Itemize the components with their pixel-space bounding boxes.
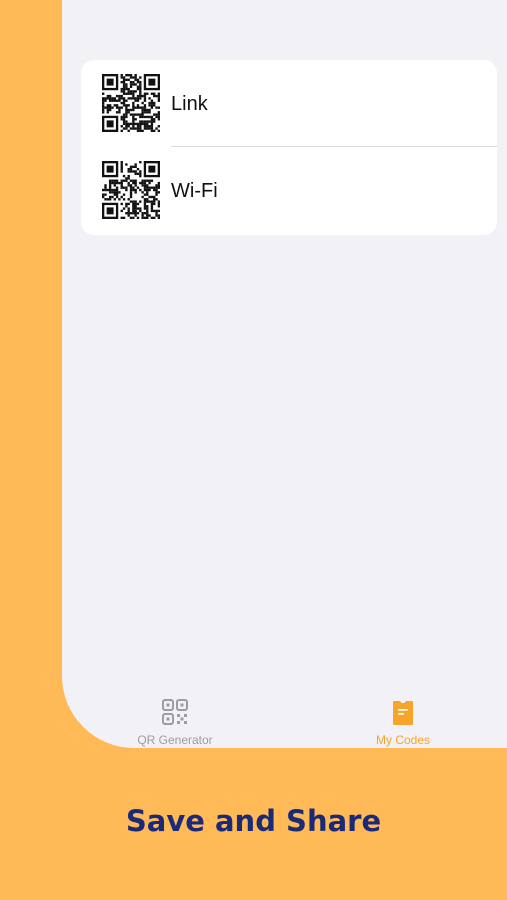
- list-item-link[interactable]: Link: [81, 60, 497, 147]
- app-screen: Link Wi-Fi QR Generator My Codes: [62, 0, 507, 748]
- tab-label: QR Generator: [137, 733, 213, 747]
- tab-qr-generator[interactable]: QR Generator: [95, 688, 255, 748]
- promo-caption: Save and Share: [125, 804, 382, 838]
- list-item-wifi[interactable]: Wi-Fi: [81, 147, 497, 234]
- tab-bar: QR Generator My Codes: [62, 688, 507, 748]
- list-item-label: Link: [171, 93, 208, 115]
- list-item-label: Wi-Fi: [171, 180, 218, 202]
- tab-my-codes[interactable]: My Codes: [323, 688, 483, 748]
- saved-codes-list: Link Wi-Fi: [81, 60, 497, 235]
- qr-code-icon: [102, 74, 160, 132]
- qr-code-icon: [102, 161, 160, 219]
- qr-generator-icon: [162, 699, 188, 725]
- my-codes-icon: [393, 701, 413, 725]
- tab-label: My Codes: [375, 733, 431, 747]
